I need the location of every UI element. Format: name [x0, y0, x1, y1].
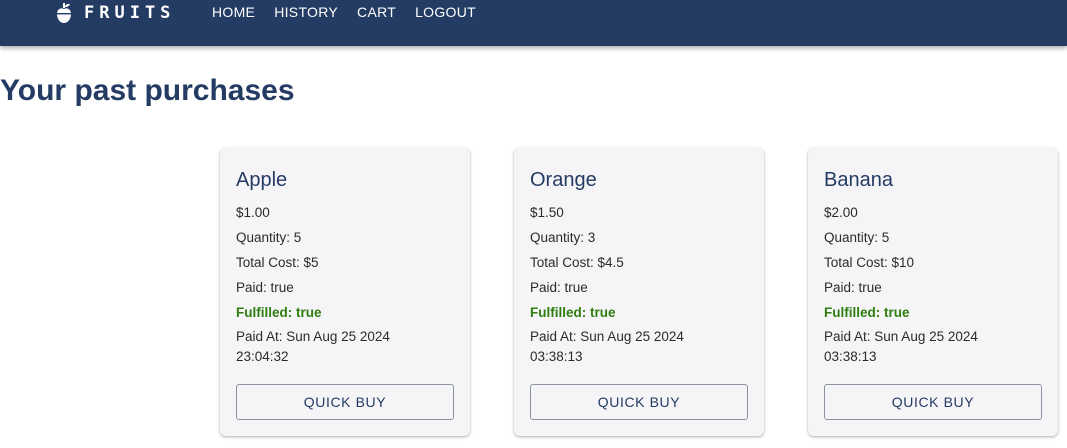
paid-at-date: Paid At: Sun Aug 25 2024: [236, 329, 390, 344]
purchase-card-orange: Orange $1.50 Quantity: 3 Total Cost: $4.…: [514, 148, 764, 436]
fulfilled-status-text: Fulfilled: true: [236, 305, 322, 320]
brand-logo[interactable]: FRUITS: [56, 2, 175, 24]
purchase-card-banana: Banana $2.00 Quantity: 5 Total Cost: $10…: [808, 148, 1058, 436]
nav-cart-link[interactable]: CART: [357, 4, 396, 20]
total-cost-text: Total Cost: $10: [824, 255, 915, 270]
total-cost-text: Total Cost: $4.5: [530, 255, 624, 270]
brand-name: FRUITS: [84, 3, 176, 23]
quick-buy-button[interactable]: QUICK BUY: [236, 384, 454, 420]
quick-buy-button[interactable]: QUICK BUY: [530, 384, 748, 420]
product-name: Apple: [236, 169, 288, 191]
fulfilled-status-text: Fulfilled: true: [824, 305, 910, 320]
paid-at-time: 23:04:32: [236, 349, 289, 364]
product-price: $2.00: [824, 205, 858, 220]
nav-logout-link[interactable]: LOGOUT: [415, 4, 476, 20]
nav-home-link[interactable]: HOME: [212, 4, 255, 20]
paid-at-time: 03:38:13: [824, 349, 877, 364]
quantity-text: Quantity: 3: [530, 230, 596, 245]
quantity-text: Quantity: 5: [824, 230, 890, 245]
page-title: Your past purchases: [0, 74, 295, 107]
nav-links: HOME HISTORY CART LOGOUT: [212, 4, 495, 20]
top-navbar: FRUITS HOME HISTORY CART LOGOUT: [0, 0, 1067, 46]
paid-status-text: Paid: true: [530, 280, 588, 295]
paid-at-date: Paid At: Sun Aug 25 2024: [824, 329, 978, 344]
product-name: Orange: [530, 169, 597, 191]
paid-at-time: 03:38:13: [530, 349, 583, 364]
nav-history-link[interactable]: HISTORY: [274, 4, 338, 20]
product-price: $1.00: [236, 205, 270, 220]
paid-status-text: Paid: true: [824, 280, 882, 295]
purchase-card-apple: Apple $1.00 Quantity: 5 Total Cost: $5 P…: [220, 148, 470, 436]
product-name: Banana: [824, 169, 893, 191]
fulfilled-status-text: Fulfilled: true: [530, 305, 616, 320]
paid-at-date: Paid At: Sun Aug 25 2024: [530, 329, 684, 344]
total-cost-text: Total Cost: $5: [236, 255, 319, 270]
fruit-icon: [57, 3, 71, 23]
quick-buy-button[interactable]: QUICK BUY: [824, 384, 1042, 420]
quantity-text: Quantity: 5: [236, 230, 302, 245]
product-price: $1.50: [530, 205, 564, 220]
paid-status-text: Paid: true: [236, 280, 294, 295]
